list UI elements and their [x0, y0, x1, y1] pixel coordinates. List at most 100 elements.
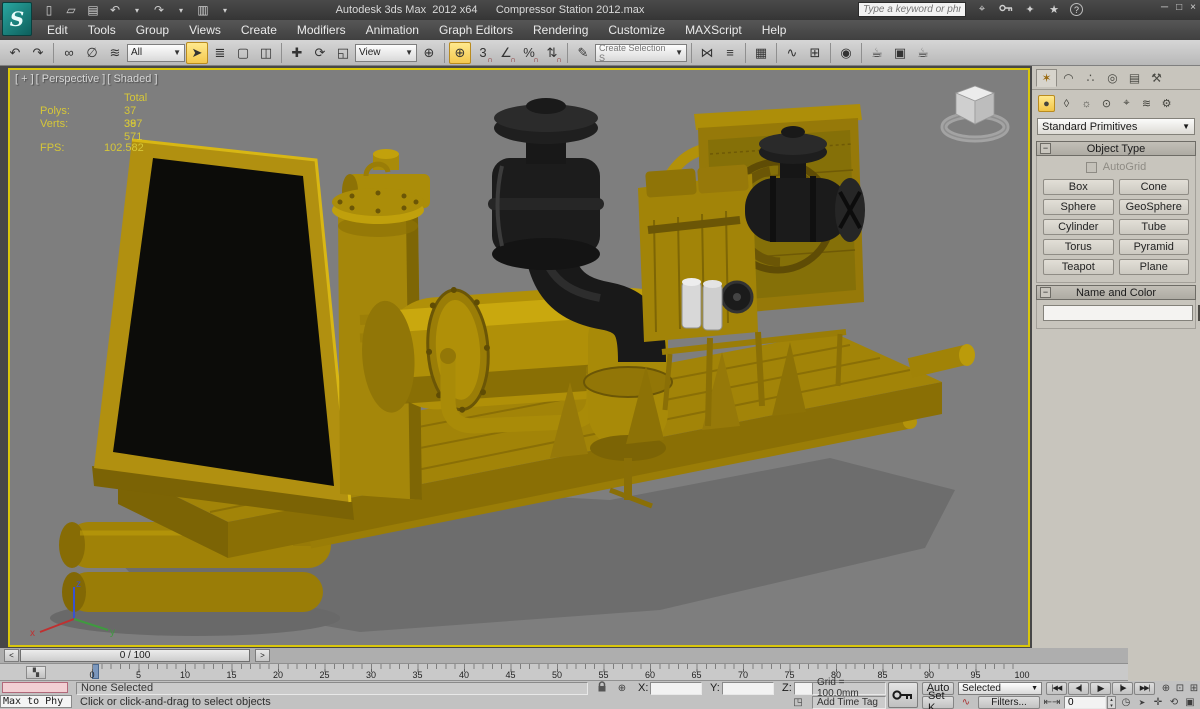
time-slider-handle[interactable]: 0 / 100	[20, 649, 250, 662]
menu-views[interactable]: Views	[180, 21, 230, 39]
new-file-icon[interactable]: ▯	[40, 2, 58, 18]
pan-view-icon[interactable]: ✛	[1150, 696, 1166, 709]
angle-snap-icon[interactable]: ∠ ∩	[495, 42, 517, 64]
layer-manager-icon[interactable]: ▦	[750, 42, 772, 64]
maxscript-macro-recorder-line[interactable]	[2, 682, 68, 693]
undo-dropdown-icon[interactable]: ▾	[128, 2, 146, 18]
max-logo-button[interactable]: S	[2, 2, 32, 36]
frame-spinner[interactable]: ▴ ▾	[1107, 695, 1116, 709]
box-button[interactable]: Box	[1043, 179, 1114, 195]
qat-dropdown-icon[interactable]: ▾	[216, 2, 234, 18]
redo-dropdown-icon[interactable]: ▾	[172, 2, 190, 18]
save-file-icon[interactable]: ▤	[84, 2, 102, 18]
category-helpers-icon[interactable]: ⌖	[1118, 95, 1135, 112]
time-slider[interactable]: < 0 / 100 >	[0, 648, 1128, 664]
undo-button[interactable]: ↶	[4, 42, 26, 64]
x-coord-input[interactable]	[650, 681, 702, 695]
mirror-icon[interactable]: ⋈	[696, 42, 718, 64]
next-frame-arrow[interactable]: >	[255, 649, 270, 662]
spinner-snap-icon[interactable]: ⇅ ∩	[541, 42, 563, 64]
edit-named-selection-sets-icon[interactable]: ✎	[572, 42, 594, 64]
object-name-input[interactable]	[1043, 305, 1193, 321]
previous-frame-arrow[interactable]: <	[4, 649, 19, 662]
search-icon[interactable]: ⌖	[974, 3, 990, 16]
go-to-end-button[interactable]: ▶▶|	[1134, 681, 1155, 695]
plane-button[interactable]: Plane	[1118, 259, 1189, 275]
set-key-button[interactable]: Set K.	[922, 690, 954, 709]
sign-in-key-icon[interactable]	[998, 3, 1014, 16]
geometry-category-dropdown[interactable]: Standard Primitives ▼	[1037, 118, 1195, 135]
menu-graph-editors[interactable]: Graph Editors	[430, 21, 522, 39]
next-frame-button[interactable]: ||▶	[1112, 681, 1133, 695]
track-bar[interactable]: ▚ 0 5 10 15 20 25 30 35 40 45 50 55 60 6…	[0, 664, 1128, 681]
align-icon[interactable]: ≡	[719, 42, 741, 64]
percent-snap-icon[interactable]: % ∩	[518, 42, 540, 64]
select-and-rotate-icon[interactable]: ⟳	[309, 42, 331, 64]
sphere-button[interactable]: Sphere	[1043, 199, 1114, 215]
render-setup-icon[interactable]: ☕	[866, 42, 888, 64]
y-coord-input[interactable]	[722, 681, 774, 695]
select-and-link-icon[interactable]: ∞	[58, 42, 80, 64]
teapot-button[interactable]: Teapot	[1043, 259, 1114, 275]
tube-button[interactable]: Tube	[1118, 219, 1189, 235]
select-and-manipulate-button[interactable]: ⊕	[449, 41, 471, 64]
perspective-viewport[interactable]: [ + ] [ Perspective ] [ Shaded ] Total P…	[8, 68, 1030, 647]
render-production-icon[interactable]: ☕	[912, 42, 934, 64]
menu-help[interactable]: Help	[753, 21, 796, 39]
viewport-pov-label[interactable]: [ Perspective ]	[36, 73, 106, 85]
restore-button[interactable]: □	[1176, 2, 1182, 13]
category-cameras-icon[interactable]: ⊙	[1098, 95, 1115, 112]
redo-button[interactable]: ↷	[27, 42, 49, 64]
go-to-start-button[interactable]: |◀◀	[1046, 681, 1067, 695]
select-and-scale-icon[interactable]: ◱	[332, 42, 354, 64]
maxscript-mini-listener[interactable]: Max to Phy	[0, 695, 72, 708]
use-pivot-point-icon[interactable]: ⊕	[418, 42, 440, 64]
undo-icon[interactable]: ↶	[106, 2, 124, 18]
menu-modifiers[interactable]: Modifiers	[288, 21, 355, 39]
menu-customize[interactable]: Customize	[599, 21, 674, 39]
tab-utilities[interactable]: ⚒	[1146, 69, 1167, 87]
snaps-toggle-3d-icon[interactable]: 3 ∩	[472, 42, 494, 64]
help-icon[interactable]: ?	[1070, 3, 1083, 16]
cylinder-button[interactable]: Cylinder	[1043, 219, 1114, 235]
curve-editor-icon[interactable]: ∿	[781, 42, 803, 64]
favorites-star-icon[interactable]: ★	[1046, 3, 1062, 16]
menu-group[interactable]: Group	[127, 21, 178, 39]
current-frame-input[interactable]	[1064, 695, 1106, 709]
menu-rendering[interactable]: Rendering	[524, 21, 597, 39]
redo-icon[interactable]: ↷	[150, 2, 168, 18]
menu-maxscript[interactable]: MAXScript	[676, 21, 751, 39]
zoom-extents-all-icon[interactable]: ⊞	[1186, 682, 1200, 695]
rendered-frame-window-icon[interactable]: ▣	[889, 42, 911, 64]
project-folder-icon[interactable]: ▥	[194, 2, 212, 18]
infocenter-search-input[interactable]	[858, 2, 966, 17]
orbit-icon[interactable]: ⟲	[1166, 696, 1182, 709]
absolute-offset-mode-icon[interactable]: ⊕	[614, 682, 630, 695]
key-filter-dropdown[interactable]: Selected ▼	[958, 681, 1042, 695]
tab-display[interactable]: ▤	[1124, 69, 1145, 87]
new-key-curve-icon[interactable]: ∿	[958, 696, 974, 709]
rectangular-selection-region-icon[interactable]: ▢	[232, 42, 254, 64]
selection-filter-dropdown[interactable]: All ▼	[127, 43, 185, 62]
reference-coordinate-dropdown[interactable]: View ▼	[355, 43, 417, 62]
select-and-move-icon[interactable]: ✚	[286, 42, 308, 64]
time-configuration-icon[interactable]: ◷	[1118, 696, 1134, 709]
name-color-rollout-header[interactable]: − Name and Color	[1036, 285, 1196, 300]
communication-center-icon[interactable]: ✦	[1022, 3, 1038, 16]
object-type-rollout-header[interactable]: − Object Type	[1036, 141, 1196, 156]
category-systems-icon[interactable]: ⚙	[1158, 95, 1175, 112]
open-mini-curve-editor-button[interactable]: ▚	[26, 666, 46, 679]
viewport-3d-model[interactable]	[10, 70, 1028, 645]
tab-modify[interactable]: ◠	[1058, 69, 1079, 87]
selection-lock-icon[interactable]	[596, 680, 608, 696]
geosphere-button[interactable]: GeoSphere	[1118, 199, 1189, 215]
material-editor-icon[interactable]: ◉	[835, 42, 857, 64]
category-geometry-icon[interactable]: ●	[1038, 95, 1055, 112]
view-cube[interactable]	[934, 78, 1016, 144]
category-lights-icon[interactable]: ☼	[1078, 95, 1095, 112]
category-spacewarps-icon[interactable]: ≋	[1138, 95, 1155, 112]
menu-tools[interactable]: Tools	[79, 21, 125, 39]
category-shapes-icon[interactable]: ◊	[1058, 95, 1075, 112]
open-file-icon[interactable]: ▱	[62, 2, 80, 18]
close-button[interactable]: ×	[1190, 2, 1196, 13]
